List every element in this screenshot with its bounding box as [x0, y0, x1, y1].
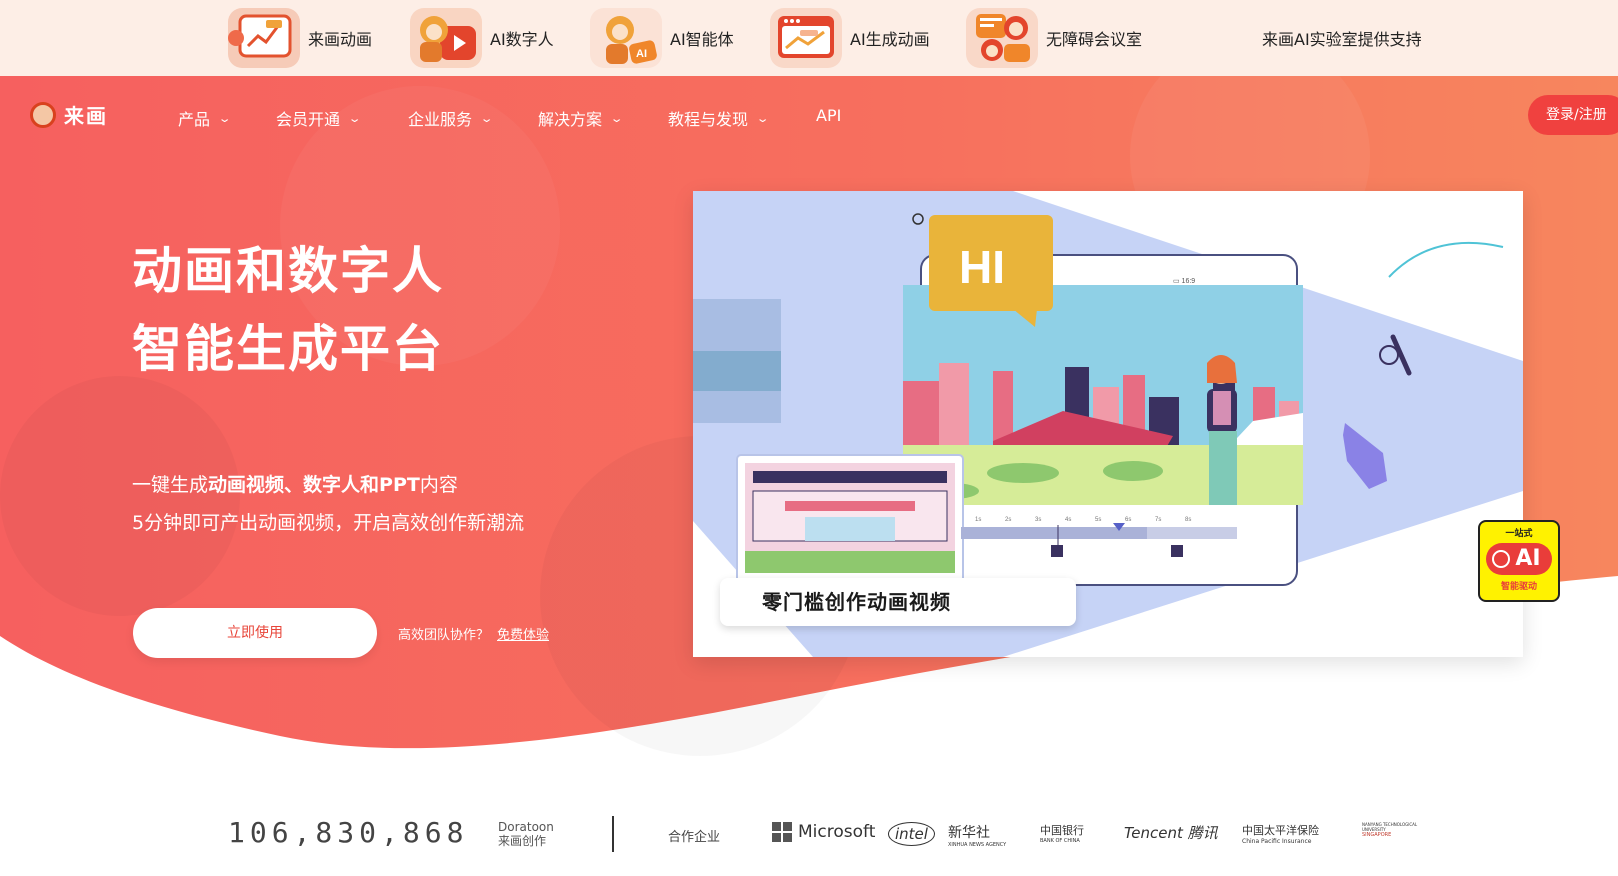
nav-item-solutions[interactable]: 解决方案 ⌄ — [538, 106, 624, 130]
main-nav: 来画 产品 ⌄ 会员开通 ⌄ 企业服务 ⌄ 解决方案 ⌄ 教程与发现 ⌄ API 登录/注… — [0, 76, 1618, 156]
partner-sub: SINGAPORE — [1362, 832, 1392, 838]
ai-badge-main: AI — [1515, 546, 1541, 571]
nav-label: 教程与发现 — [668, 110, 749, 129]
product-laihua-animation[interactable]: 来画动画 — [228, 6, 372, 70]
use-now-button[interactable]: 立即使用 — [133, 608, 377, 658]
animation-window-icon — [770, 8, 842, 68]
partner-name: 新华社 — [948, 825, 990, 841]
partner-name: intel — [888, 822, 935, 846]
partner-boc: 中国银行 BANK OF CHINA — [1040, 822, 1084, 844]
product-label: AI生成动画 — [850, 30, 930, 49]
product-label: 来画动画 — [308, 30, 373, 49]
svg-text:6s: 6s — [1125, 517, 1131, 523]
ai-float-badge[interactable]: 一站式 AI 智能驱动 — [1478, 520, 1560, 602]
digital-human-play-icon — [410, 8, 482, 68]
free-trial-link[interactable]: 免费体验 — [497, 628, 549, 643]
partner-name: Tencent 腾讯 — [1124, 824, 1218, 842]
product-label: AI智能体 — [670, 30, 734, 49]
aspect-ratio-text: ▭ 16:9 — [1173, 278, 1195, 285]
team-question: 高效团队协作？ — [398, 628, 490, 643]
stats-divider — [612, 816, 614, 852]
hero-title: 动画和数字人 智能生成平台 — [132, 232, 444, 388]
sub-bold: 动画视频、数字人和PPT — [208, 474, 420, 496]
team-collab-text: 高效团队协作？ 免费体验 — [398, 624, 549, 643]
nav-label: 解决方案 — [538, 110, 603, 129]
svg-text:AI: AI — [636, 48, 647, 60]
usage-count: 106,830,868 — [228, 816, 469, 849]
logo-avatar-icon — [30, 101, 56, 128]
partner-name: NANYANG TECHNOLOGICAL UNIVERSITY — [1362, 822, 1418, 832]
illustration-tagline: 零门槛创作动画视频 — [720, 578, 1076, 626]
product-strip: 来画动画 AI数字人 AI AI智能体 AI生成动画 无障碍会议室 来画AI实验… — [0, 0, 1618, 76]
partner-name: Microsoft — [798, 822, 876, 842]
hero-title-line1: 动画和数字人 — [132, 242, 444, 300]
ai-badge-top: 一站式 — [1505, 529, 1533, 539]
nav-label: 会员开通 — [276, 110, 341, 129]
hero-subtitle-line2: 5分钟即可产出动画视频，开启高效创作新潮流 — [132, 512, 525, 534]
partner-sub: XINHUA NEWS AGENCY — [948, 842, 1007, 848]
sub-suffix: 内容 — [419, 474, 458, 496]
svg-text:3s: 3s — [1035, 517, 1041, 523]
chevron-down-icon: ⌄ — [755, 111, 770, 125]
lab-support-text[interactable]: 来画AI实验室提供支持 — [1262, 26, 1422, 50]
product-ai-agent[interactable]: AI AI智能体 — [590, 6, 734, 70]
partner-sub: China Pacific Insurance — [1242, 838, 1312, 845]
svg-text:8s: 8s — [1185, 517, 1191, 523]
hero-subtitle-line1: 一键生成动画视频、数字人和PPT内容 — [132, 466, 524, 504]
product-label: 无障碍会议室 — [1046, 30, 1143, 49]
svg-text:7s: 7s — [1155, 517, 1161, 523]
gear-icon — [1492, 550, 1510, 568]
partner-intel: intel — [888, 822, 935, 846]
nav-label: API — [816, 106, 842, 125]
nav-item-products[interactable]: 产品 ⌄ — [178, 106, 232, 130]
nav-label: 企业服务 — [408, 110, 473, 129]
brand-en: Doratoon — [498, 820, 554, 834]
product-label: AI数字人 — [490, 30, 554, 49]
svg-text:5s: 5s — [1095, 517, 1101, 523]
svg-text:2s: 2s — [1005, 517, 1011, 523]
sub-prefix: 一键生成 — [132, 474, 209, 496]
presentation-chart-icon — [228, 8, 300, 68]
ai-badge-pill: AI — [1486, 543, 1552, 575]
meeting-room-icon — [966, 8, 1038, 68]
partner-name: 中国银行 — [1040, 824, 1084, 837]
product-ai-digital-human[interactable]: AI数字人 — [410, 6, 554, 70]
partner-sub: BANK OF CHINA — [1040, 838, 1080, 844]
nav-item-enterprise[interactable]: 企业服务 ⌄ — [408, 106, 494, 130]
nav-label: 产品 — [178, 110, 211, 129]
login-register-button[interactable]: 登录/注册 — [1528, 95, 1618, 135]
product-accessible-meeting[interactable]: 无障碍会议室 — [966, 6, 1142, 70]
logo-text: 来画 — [64, 104, 108, 128]
hi-bubble-text: HI — [959, 241, 1005, 293]
svg-text:4s: 4s — [1065, 517, 1071, 523]
svg-text:1s: 1s — [975, 517, 981, 523]
nav-item-tutorials[interactable]: 教程与发现 ⌄ — [668, 106, 770, 130]
brand-cn: 来画创作 — [498, 834, 547, 848]
ai-badge-bottom: 智能驱动 — [1500, 582, 1537, 592]
nav-item-api[interactable]: API — [816, 106, 841, 125]
partner-tencent: Tencent 腾讯 — [1124, 822, 1218, 843]
hero-subtitle: 一键生成动画视频、数字人和PPT内容 5分钟即可产出动画视频，开启高效创作新潮流 — [132, 466, 524, 542]
microsoft-logo-icon — [772, 822, 792, 842]
partners-label: 合作企业 — [668, 830, 721, 845]
chevron-down-icon: ⌄ — [609, 111, 624, 125]
partner-name: 中国太平洋保险 — [1242, 824, 1319, 837]
partner-xinhua: 新华社 XINHUA NEWS AGENCY — [948, 822, 1006, 848]
nav-item-membership[interactable]: 会员开通 ⌄ — [276, 106, 362, 130]
partner-microsoft: Microsoft — [772, 822, 875, 842]
hero-title-line2: 智能生成平台 — [132, 320, 444, 378]
doratoon-brand: Doratoon 来画创作 — [498, 820, 554, 848]
chevron-down-icon: ⌄ — [479, 111, 494, 125]
partner-ntu: NANYANG TECHNOLOGICAL UNIVERSITY SINGAPO… — [1362, 822, 1422, 838]
ai-agent-icon: AI — [590, 8, 662, 68]
laihua-logo[interactable]: 来画 — [30, 100, 108, 129]
chevron-down-icon: ⌄ — [217, 111, 232, 125]
partner-cpic: 中国太平洋保险 China Pacific Insurance — [1242, 822, 1319, 845]
product-ai-generate-animation[interactable]: AI生成动画 — [770, 6, 930, 70]
chevron-down-icon: ⌄ — [347, 111, 362, 125]
